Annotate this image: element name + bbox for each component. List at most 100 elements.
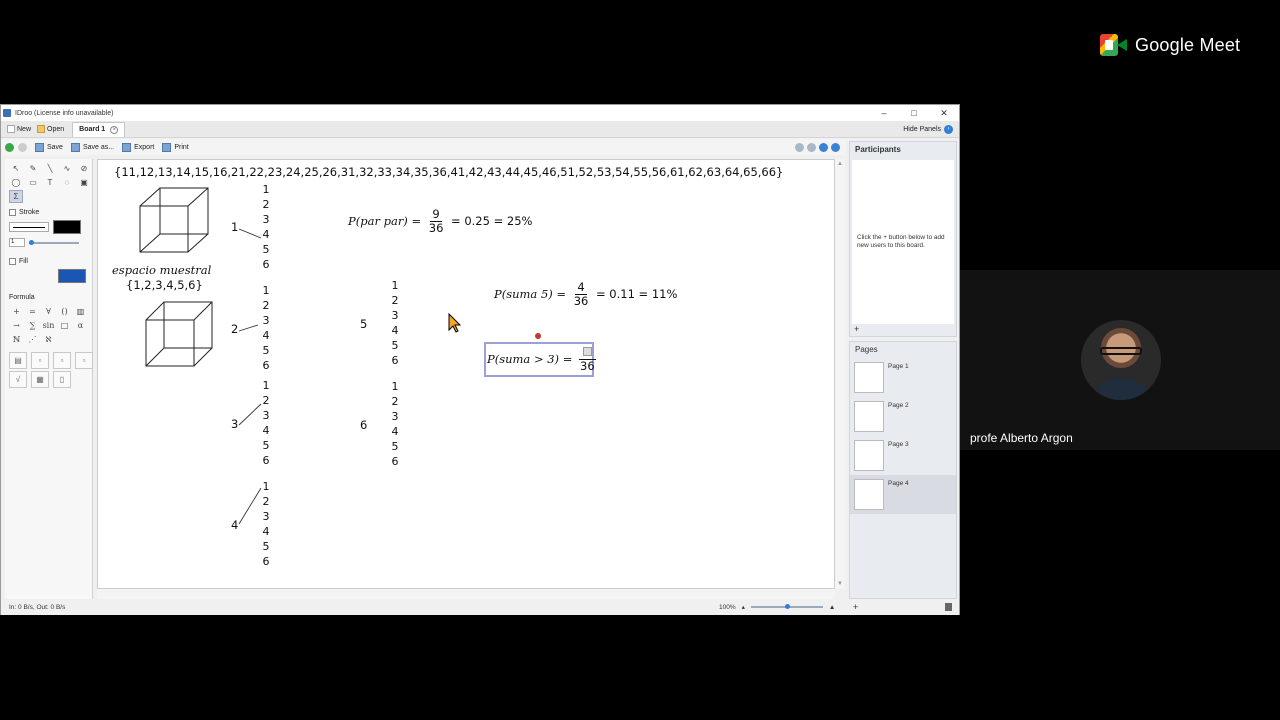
dots-symbol-icon[interactable]: ⋰ <box>25 333 40 346</box>
hide-panels-label: Hide Panels <box>903 125 941 133</box>
forall-symbol-icon[interactable]: ∀ <box>41 305 56 318</box>
zoom-out-icon[interactable]: ▴ <box>742 603 745 611</box>
close-button[interactable]: ✕ <box>929 105 959 121</box>
page-item-1[interactable]: Page 1 <box>850 358 956 397</box>
add-page-button[interactable]: + <box>853 602 858 612</box>
equals-symbol-icon[interactable]: = <box>25 305 40 318</box>
matrix-layout-icon[interactable]: ▦ <box>31 371 49 388</box>
zoom-slider[interactable] <box>750 604 823 609</box>
page-item-2[interactable]: Page 2 <box>850 397 956 436</box>
formula-tool-icon[interactable]: Σ <box>9 190 23 203</box>
new-button[interactable]: New <box>7 125 31 133</box>
rectangle-tool-icon[interactable]: ▭ <box>26 176 40 189</box>
outcome-column-1: 1 23456 <box>260 182 272 273</box>
alpha-symbol-icon[interactable]: α <box>73 319 88 332</box>
mouse-cursor-icon <box>448 313 462 333</box>
vertical-scrollbar[interactable] <box>835 159 845 589</box>
arrow-right-icon: › <box>944 124 953 134</box>
page-item-4[interactable]: Page 4 <box>850 475 956 514</box>
maximize-button[interactable]: □ <box>899 105 929 121</box>
save-icon <box>35 142 44 152</box>
formula-edit-box[interactable]: P(suma > 3) = 36 <box>484 342 596 377</box>
branch-label-6: 6 <box>360 418 368 432</box>
fill-checkbox[interactable] <box>9 258 16 265</box>
numerator-placeholder[interactable] <box>582 347 592 356</box>
plus-symbol-icon[interactable]: + <box>9 305 24 318</box>
close-tab-icon[interactable]: × <box>110 125 119 134</box>
menubar: New Open Board 1 × Hide Panels › <box>1 121 959 138</box>
formula-par-par[interactable]: P(par par) = 9 36 = 0.25 = 25% <box>348 208 532 235</box>
formula-suma-mayor-3[interactable]: P(suma > 3) = 36 <box>487 346 599 373</box>
stroke-checkbox[interactable] <box>9 209 16 216</box>
parens-symbol-icon[interactable]: () <box>57 305 72 318</box>
outcome-value: 3 <box>262 409 270 423</box>
eraser-tool-icon[interactable]: ⊘ <box>77 162 91 175</box>
save-button[interactable]: Save <box>35 142 63 152</box>
outcome-value: 2 <box>262 299 270 313</box>
open-label: Open <box>47 125 65 133</box>
help-icon[interactable] <box>831 142 840 152</box>
save-as-button[interactable]: Save as... <box>70 142 114 152</box>
formula-suma-5[interactable]: P(suma 5) = 4 36 = 0.11 = 11% <box>494 281 677 308</box>
stack-layout-icon[interactable]: ▯ <box>53 371 71 388</box>
stroke-width-slider[interactable] <box>29 239 79 245</box>
aleph-symbol-icon[interactable]: ℵ <box>41 333 56 346</box>
delete-page-icon[interactable] <box>945 603 952 611</box>
outcome-value: 3 <box>262 314 270 328</box>
info-icon[interactable] <box>819 142 828 152</box>
participant-video <box>1081 320 1161 400</box>
page-label: Page 1 <box>888 363 909 370</box>
line-style-select[interactable] <box>9 222 49 232</box>
arrow-symbol-icon[interactable]: → <box>9 319 24 332</box>
hide-panels-button[interactable]: Hide Panels › <box>903 124 953 134</box>
subscript-layout-icon[interactable]: ▫ <box>53 352 71 369</box>
highlighter-tool-icon[interactable]: ╲ <box>43 162 57 175</box>
forward-icon[interactable] <box>18 142 27 152</box>
stroke-width-input[interactable]: 1 <box>9 238 25 247</box>
export-button[interactable]: Export <box>122 142 154 152</box>
fraction-layout-icon[interactable]: ▤ <box>9 352 27 369</box>
print-button[interactable]: Print <box>162 142 189 152</box>
ellipse-tool-icon[interactable]: ◯ <box>9 176 23 189</box>
image-tool-icon[interactable]: ▣ <box>77 176 91 189</box>
select-tool-icon[interactable]: ↖ <box>9 162 23 175</box>
subsup-layout-icon[interactable]: ▫ <box>75 352 93 369</box>
tab-board-1[interactable]: Board 1 × <box>72 121 126 137</box>
participants-panel: Participants Click the + button below to… <box>849 141 957 337</box>
pencil-tool-icon[interactable]: ✎ <box>26 162 40 175</box>
zoom-in-icon[interactable]: ▲ <box>829 604 835 611</box>
outcome-value: 2 <box>262 495 270 509</box>
outcome-value: 1 <box>391 279 399 292</box>
participant-tile[interactable]: profe Alberto Argon <box>960 270 1280 450</box>
connector-tool-icon[interactable]: ∿ <box>60 162 74 175</box>
fullscreen-icon[interactable] <box>795 142 804 152</box>
stroke-color-swatch[interactable] <box>53 220 81 234</box>
open-button[interactable]: Open <box>37 125 64 133</box>
sqrt-layout-icon[interactable]: √ <box>9 371 27 388</box>
fill-label: Fill <box>19 258 28 265</box>
outcome-column-6: 1 23456 <box>389 379 401 470</box>
horizontal-scrollbar[interactable] <box>97 589 835 599</box>
page-item-3[interactable]: Page 3 <box>850 436 956 475</box>
minimize-button[interactable]: – <box>869 105 899 121</box>
callout-tool-icon[interactable]: ◌ <box>60 176 74 189</box>
box-symbol-icon[interactable]: □ <box>57 319 72 332</box>
superscript-layout-icon[interactable]: ▫ <box>31 352 49 369</box>
add-participant-button[interactable]: + <box>854 324 859 334</box>
save-as-icon <box>70 142 80 152</box>
back-icon[interactable] <box>5 142 14 152</box>
rotate-handle[interactable] <box>535 333 541 339</box>
screen: Google Meet profe Alberto Argon IDroo (L… <box>0 0 1280 720</box>
sin-symbol-icon[interactable]: sin <box>41 319 56 332</box>
text-tool-icon[interactable]: T <box>43 176 57 189</box>
outcome-column-2: 1 23456 <box>260 283 272 374</box>
participants-title: Participants <box>855 145 901 154</box>
pages-panel: Pages Page 1 Page 2 Page 3 Page 4 <box>849 341 957 599</box>
brackets-symbol-icon[interactable]: ▥ <box>73 305 88 318</box>
fill-color-swatch[interactable] <box>58 269 86 283</box>
sum-symbol-icon[interactable]: ∑ <box>25 319 40 332</box>
settings-icon[interactable] <box>807 142 816 152</box>
whiteboard-canvas[interactable]: {11,12,13,14,15,16,21,22,23,24,25,26,31,… <box>97 159 835 589</box>
outcome-value: 5 <box>262 243 270 257</box>
naturals-symbol-icon[interactable]: ℕ <box>9 333 24 346</box>
